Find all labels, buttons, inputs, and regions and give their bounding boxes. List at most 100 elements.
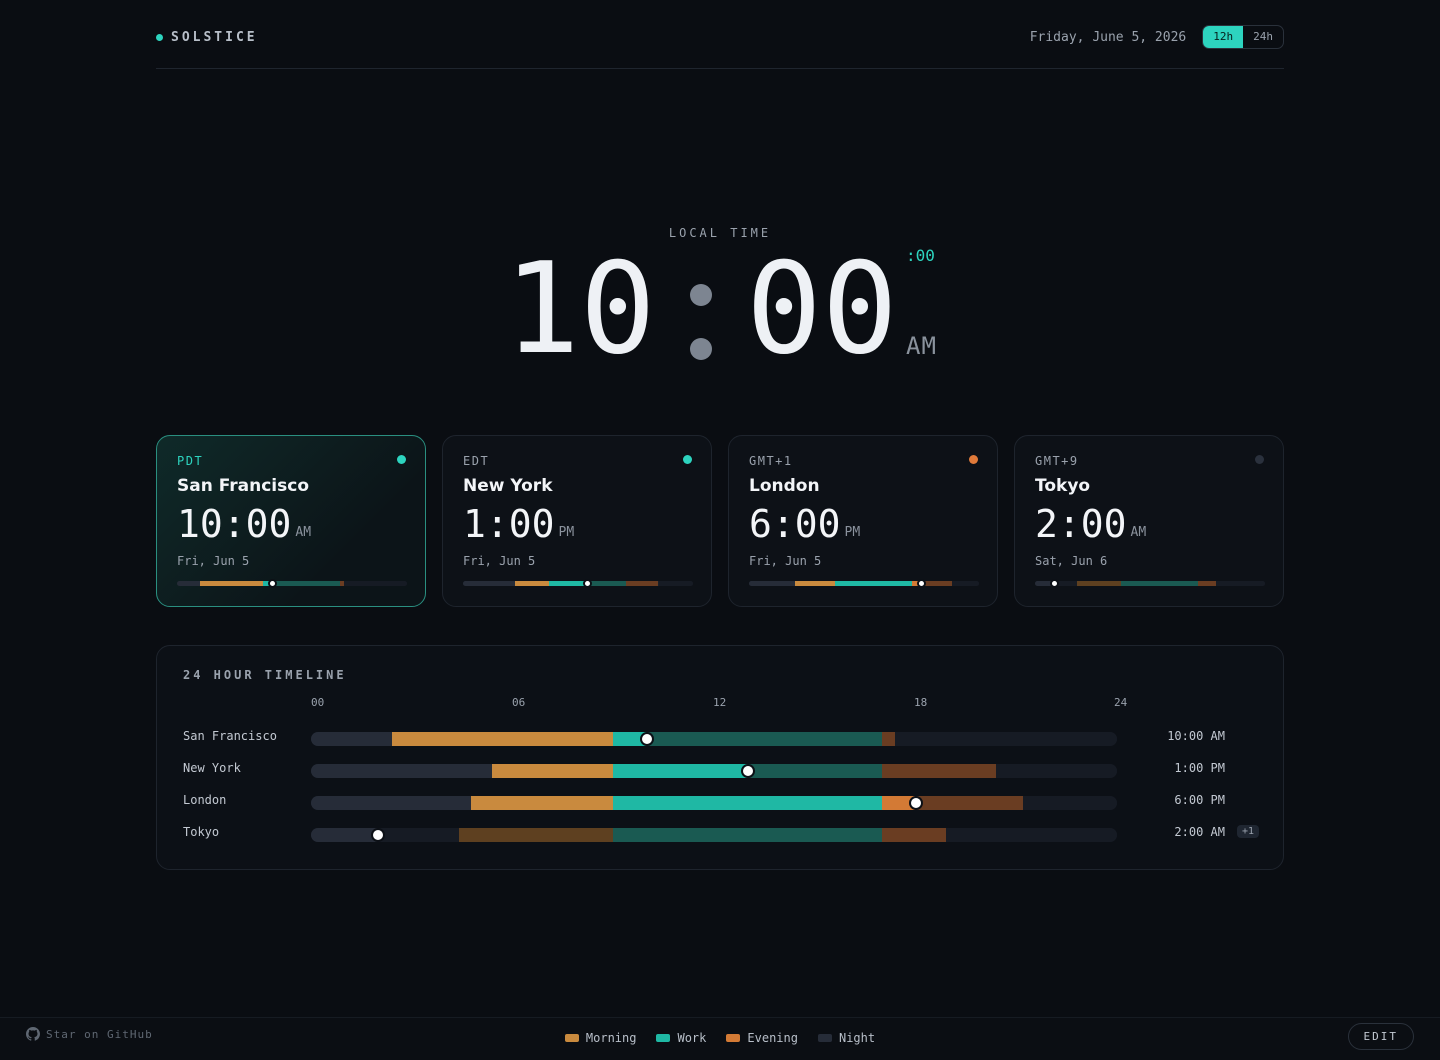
- edit-button[interactable]: EDIT: [1347, 1023, 1414, 1050]
- timeline-row-san-francisco: San Francisco 10:00 AM: [157, 728, 1285, 748]
- segment-track: [1022, 796, 1117, 810]
- legend-item-work: Work: [656, 1031, 706, 1045]
- segment-work-dim: [1121, 581, 1198, 586]
- segment-night: [311, 828, 379, 842]
- timeline-tick: 18: [914, 696, 928, 709]
- card-ampm: AM: [295, 525, 312, 540]
- segment-morning: [492, 764, 614, 778]
- segment-night: [311, 764, 493, 778]
- city-card-new-york[interactable]: EDT New York 1:00 PM Fri, Jun 5: [442, 435, 712, 607]
- brand: SOLSTICE: [156, 20, 258, 54]
- segment-morning: [391, 732, 614, 746]
- segment-track: [945, 828, 1117, 842]
- timeline-track[interactable]: [311, 828, 1117, 842]
- timeline-title: 24 HOUR TIMELINE: [183, 668, 347, 682]
- status-dot-icon: [969, 455, 978, 464]
- clock-hours: 10: [504, 235, 656, 382]
- card-day-bar: [463, 579, 693, 588]
- segment-morning: [200, 581, 264, 586]
- segment-work-dim: [613, 828, 882, 842]
- card-day-bar: [1035, 579, 1265, 588]
- legend-swatch: [564, 1034, 579, 1042]
- timeline-tick: 00: [311, 696, 325, 709]
- city-card-tokyo[interactable]: GMT+9 Tokyo 2:00 AM Sat, Jun 6: [1014, 435, 1284, 607]
- header: SOLSTICE Friday, June 5, 2026 12h 24h: [156, 20, 1284, 69]
- timeline-time: 6:00 PM: [1174, 793, 1225, 807]
- timeline-row-new-york: New York 1:00 PM: [157, 760, 1285, 780]
- current-time-marker: [1049, 579, 1059, 588]
- card-time: 2:00: [1035, 502, 1127, 546]
- colon-dot-top: [690, 284, 712, 306]
- card-date: Sat, Jun 6: [1035, 554, 1108, 568]
- legend-swatch: [817, 1034, 832, 1042]
- next-day-badge: +1: [1236, 825, 1259, 838]
- timeline-track[interactable]: [311, 764, 1117, 778]
- segment-morning-dim: [458, 828, 614, 842]
- hour-format-toggle: 12h 24h: [1202, 25, 1284, 49]
- segment-night: [749, 581, 795, 586]
- segment-track: [952, 581, 979, 586]
- current-time-marker: [740, 764, 755, 778]
- current-time-marker: [908, 796, 923, 810]
- brand-name: SOLSTICE: [171, 29, 258, 45]
- segment-night: [311, 732, 392, 746]
- city-cards: PDT San Francisco 10:00 AM Fri, Jun 5 ED…: [156, 435, 1284, 607]
- status-dot-icon: [397, 455, 406, 464]
- card-ampm: PM: [558, 525, 575, 540]
- clock-ampm: AM: [906, 332, 937, 360]
- segment-morning: [470, 796, 614, 810]
- current-date: Friday, June 5, 2026: [1029, 29, 1187, 45]
- segment-evening-dim: [921, 581, 953, 586]
- segment-morning: [794, 581, 836, 586]
- legend: Morning Work Evening Night: [0, 1031, 1440, 1045]
- current-time-marker: [268, 579, 278, 588]
- timeline-track[interactable]: [311, 796, 1117, 810]
- header-right: Friday, June 5, 2026 12h 24h: [1030, 20, 1284, 54]
- segment-night: [177, 581, 200, 586]
- colon-dot-bottom: [690, 338, 712, 360]
- segment-evening-dim: [881, 732, 896, 746]
- timeline-city: London: [183, 793, 227, 807]
- legend-label: Morning: [585, 1031, 637, 1045]
- timeline-panel: 24 HOUR TIMELINE 00 06 12 18 24 San Fran…: [156, 645, 1284, 870]
- legend-label: Work: [677, 1031, 707, 1045]
- legend-label: Night: [838, 1031, 876, 1045]
- segment-evening-dim: [881, 828, 946, 842]
- segment-evening-dim: [1197, 581, 1217, 586]
- current-time-marker: [917, 579, 926, 588]
- card-timezone: EDT: [463, 454, 490, 468]
- clock-seconds: :00: [906, 246, 935, 265]
- city-card-san-francisco[interactable]: PDT San Francisco 10:00 AM Fri, Jun 5: [156, 435, 426, 607]
- card-time-row: 2:00 AM: [1035, 502, 1263, 546]
- timeline-time: 2:00 AM: [1174, 825, 1225, 839]
- card-city: Tokyo: [1035, 476, 1091, 496]
- timeline-track[interactable]: [311, 732, 1117, 746]
- timeline-row-tokyo: Tokyo 2:00 AM +1: [157, 824, 1285, 844]
- segment-work: [549, 581, 588, 586]
- card-time: 10:00: [177, 502, 292, 546]
- card-time-row: 6:00 PM: [749, 502, 977, 546]
- card-timezone: GMT+1: [749, 454, 793, 468]
- legend-swatch: [726, 1034, 741, 1042]
- footer: Star on GitHub Morning Work Evening Nigh…: [0, 1017, 1440, 1060]
- current-time-marker: [583, 579, 593, 588]
- current-time-marker: [639, 732, 654, 746]
- legend-item-morning: Morning: [564, 1031, 637, 1045]
- card-time-row: 1:00 PM: [463, 502, 691, 546]
- timeline-tick: 24: [1114, 696, 1128, 709]
- segment-morning: [514, 581, 550, 586]
- city-card-london[interactable]: GMT+1 London 6:00 PM Fri, Jun 5: [728, 435, 998, 607]
- timeline-city: San Francisco: [183, 729, 277, 743]
- card-ampm: PM: [844, 525, 861, 540]
- segment-evening-dim: [915, 796, 1023, 810]
- card-date: Fri, Jun 5: [749, 554, 822, 568]
- timeline-tick: 06: [512, 696, 526, 709]
- legend-label: Evening: [747, 1031, 798, 1045]
- local-clock: 10 00 :00 AM: [500, 244, 960, 374]
- segment-evening-dim: [625, 581, 659, 586]
- segment-track: [378, 828, 459, 842]
- toggle-12h-button[interactable]: 12h: [1203, 26, 1244, 48]
- segment-work-dim: [587, 581, 626, 586]
- toggle-24h-button[interactable]: 24h: [1243, 26, 1283, 48]
- segment-track: [658, 581, 693, 586]
